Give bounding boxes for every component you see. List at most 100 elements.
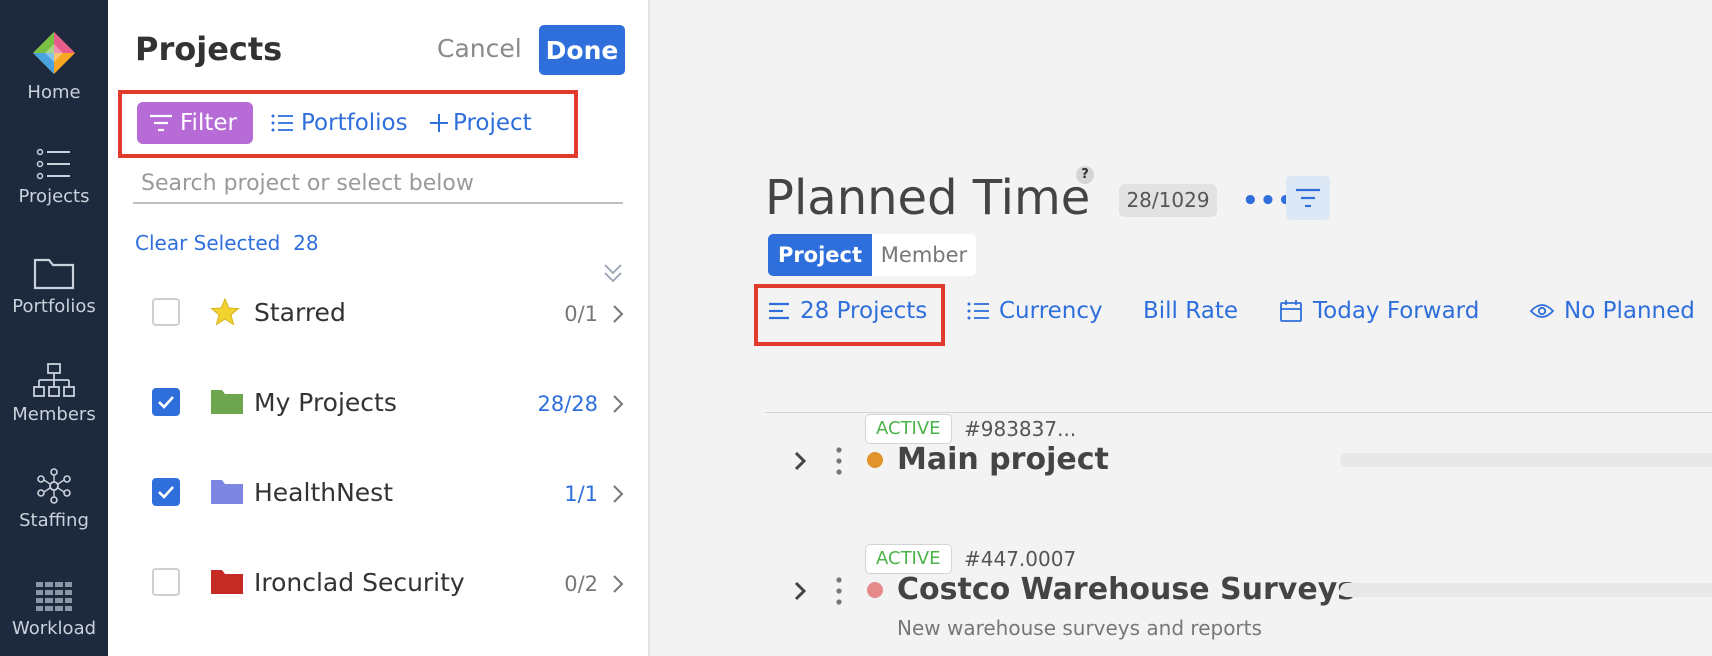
nav-portfolios[interactable]: Portfolios	[0, 256, 108, 317]
row-name: Starred	[254, 298, 346, 327]
list-icon	[36, 148, 70, 180]
row-count: 1/1	[564, 482, 598, 506]
nav-workload-label: Workload	[11, 618, 97, 639]
search-input[interactable]	[133, 164, 623, 204]
row-checkbox[interactable]	[152, 388, 180, 416]
help-icon[interactable]: ?	[1076, 166, 1094, 184]
row-name: My Projects	[254, 388, 397, 417]
chevron-right-icon[interactable]	[793, 450, 807, 472]
project-description: New warehouse surveys and reports	[897, 616, 1262, 640]
plus-icon	[430, 114, 448, 132]
status-badge: ACTIVE	[865, 414, 952, 444]
project-count-badge: 28/1029	[1119, 184, 1217, 217]
date-range-selector[interactable]: Today Forward	[1279, 298, 1479, 324]
calendar-icon	[1280, 300, 1302, 322]
projects-selector-label: 28 Projects	[800, 298, 928, 324]
projects-panel: Projects Cancel Done Filter Portfolios P…	[108, 0, 650, 656]
kebab-menu-icon[interactable]	[836, 446, 842, 476]
list-icon	[967, 302, 989, 320]
nav-members-label: Members	[12, 404, 96, 425]
chevron-right-icon[interactable]	[612, 304, 624, 324]
row-checkbox[interactable]	[152, 568, 180, 596]
checkmark-icon	[158, 486, 174, 499]
chevron-right-icon[interactable]	[612, 484, 624, 504]
planned-filter-label: No Planned	[1564, 298, 1695, 324]
folder-icon	[211, 480, 243, 504]
nav-home-label: Home	[27, 82, 81, 103]
grid-icon	[36, 582, 72, 611]
nav-home[interactable]: Home	[0, 30, 108, 103]
row-name: HealthNest	[254, 478, 394, 507]
project-color-dot	[867, 582, 883, 598]
eye-icon	[1530, 304, 1554, 318]
row-count: 0/2	[564, 572, 598, 596]
currency-selector[interactable]: Currency	[967, 298, 1103, 324]
filter-button[interactable]: Filter	[137, 102, 253, 144]
add-project-label: Project	[453, 110, 532, 136]
clear-selected-label: Clear Selected	[135, 231, 281, 255]
project-name[interactable]: Costco Warehouse Surveys	[897, 572, 1355, 607]
home-logo-icon	[33, 32, 75, 74]
row-count: 28/28	[537, 392, 598, 416]
row-checkbox[interactable]	[152, 478, 180, 506]
view-toggle-member[interactable]: Member	[872, 234, 976, 276]
nav-staffing-label: Staffing	[19, 510, 89, 531]
nav-workload[interactable]: Workload	[0, 582, 108, 639]
row-name: Ironclad Security	[254, 568, 465, 597]
bill-rate-label: Bill Rate	[1143, 298, 1238, 324]
project-name[interactable]: Main project	[897, 442, 1109, 477]
chevron-right-icon[interactable]	[612, 574, 624, 594]
folder-icon	[211, 570, 243, 594]
page-title: Planned Time	[765, 170, 1091, 226]
nav-members[interactable]: Members	[0, 362, 108, 425]
filter-toggle-button[interactable]	[1286, 176, 1330, 220]
folder-icon	[33, 258, 75, 290]
portfolios-button[interactable]: Portfolios	[271, 110, 408, 136]
done-button[interactable]: Done	[539, 25, 625, 75]
filter-lines-icon	[150, 114, 172, 132]
cancel-button[interactable]: Cancel	[437, 34, 522, 63]
kebab-menu-icon[interactable]	[836, 576, 842, 606]
project-color-dot	[867, 452, 883, 468]
divider	[765, 412, 1712, 413]
projects-selector[interactable]: 28 Projects	[768, 298, 927, 324]
bill-rate-selector[interactable]: Bill Rate	[1143, 298, 1238, 324]
portfolio-row-ironclad-security[interactable]: Ironclad Security 0/2	[108, 554, 648, 614]
chevron-right-icon[interactable]	[612, 394, 624, 414]
status-badge: ACTIVE	[865, 544, 952, 574]
nav-projects[interactable]: Projects	[0, 148, 108, 207]
folder-icon	[211, 390, 243, 414]
date-range-label: Today Forward	[1313, 298, 1480, 324]
portfolios-button-label: Portfolios	[301, 110, 408, 136]
list-icon	[271, 114, 293, 132]
project-number: #447.0007	[964, 547, 1077, 571]
planned-time-bar	[1340, 583, 1712, 597]
nav-projects-label: Projects	[18, 186, 90, 207]
nav-portfolios-label: Portfolios	[12, 296, 96, 317]
org-chart-icon	[33, 363, 75, 397]
left-nav: Home Projects Portfolios Members Staffin…	[0, 0, 108, 656]
clear-selected-count: 28	[293, 231, 319, 255]
clear-selected-button[interactable]: Clear Selected 28	[135, 231, 319, 255]
row-count: 0/1	[564, 302, 598, 326]
portfolio-row-healthnest[interactable]: HealthNest 1/1	[108, 464, 648, 524]
collapse-all-icon[interactable]	[603, 262, 623, 284]
star-icon	[210, 297, 240, 326]
align-left-icon	[769, 302, 789, 320]
checkmark-icon	[158, 396, 174, 409]
currency-selector-label: Currency	[999, 298, 1103, 324]
project-number: #983837...	[964, 417, 1077, 441]
portfolio-row-my-projects[interactable]: My Projects 28/28	[108, 374, 648, 434]
network-icon	[37, 468, 71, 504]
planned-time-bar	[1340, 453, 1712, 467]
nav-staffing[interactable]: Staffing	[0, 468, 108, 531]
portfolio-row-starred[interactable]: Starred 0/1	[108, 284, 648, 344]
panel-title: Projects	[135, 30, 283, 68]
add-project-button[interactable]: Project	[429, 110, 532, 136]
planned-filter-selector[interactable]: No Planned	[1530, 298, 1695, 324]
row-checkbox[interactable]	[152, 298, 180, 326]
chevron-right-icon[interactable]	[793, 580, 807, 602]
filter-button-label: Filter	[180, 110, 237, 136]
filter-lines-icon	[1296, 188, 1320, 208]
view-toggle-project[interactable]: Project	[768, 234, 872, 276]
